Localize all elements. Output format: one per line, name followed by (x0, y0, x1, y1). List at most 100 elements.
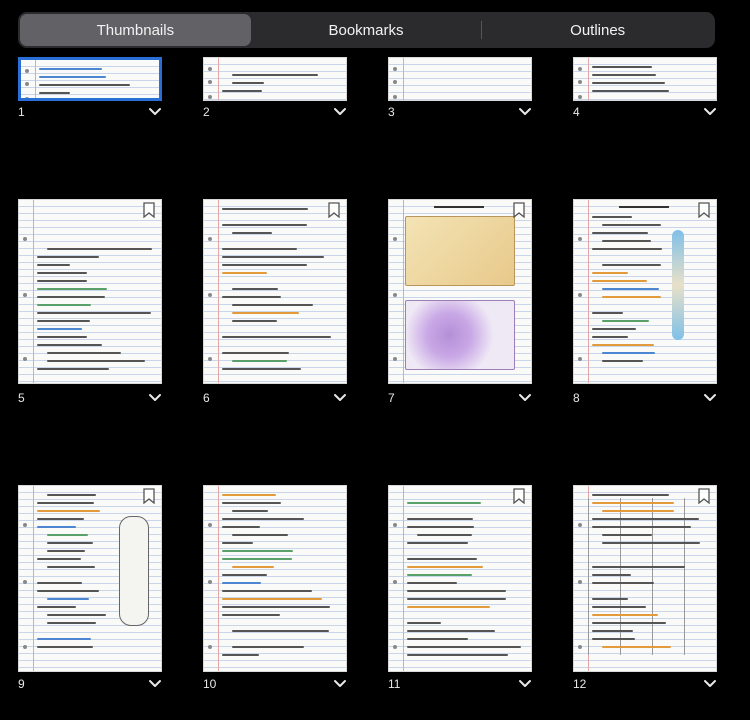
handwriting-scribble (592, 622, 666, 624)
chevron-down-icon[interactable] (703, 679, 717, 689)
handwriting-scribble (407, 598, 506, 600)
handwriting-scribble (222, 256, 324, 258)
handwriting-scribble (592, 630, 633, 632)
punch-hole (208, 357, 212, 361)
handwriting-scribble (592, 248, 662, 250)
chevron-down-icon[interactable] (148, 393, 162, 403)
chevron-down-icon[interactable] (333, 393, 347, 403)
handwriting-scribble (37, 606, 76, 608)
handwriting-scribble (47, 542, 93, 544)
punch-hole (393, 67, 397, 71)
punch-hole (393, 95, 397, 99)
bookmark-icon[interactable] (513, 488, 525, 504)
handwriting-scribble (37, 518, 84, 520)
page-number: 6 (203, 391, 210, 405)
punch-hole (393, 645, 397, 649)
chevron-down-icon[interactable] (518, 679, 532, 689)
bookmark-icon[interactable] (513, 202, 525, 218)
handwriting-scribble (47, 550, 85, 552)
table-column-rule (684, 498, 685, 655)
handwriting-scribble (592, 638, 635, 640)
page-number: 7 (388, 391, 395, 405)
handwriting-scribble (232, 232, 272, 234)
bookmark-icon[interactable] (698, 202, 710, 218)
bookmark-icon[interactable] (698, 488, 710, 504)
chevron-down-icon[interactable] (518, 107, 532, 117)
handwriting-scribble (407, 654, 508, 656)
ruled-lines (204, 200, 346, 383)
chevron-down-icon[interactable] (703, 393, 717, 403)
handwriting-scribble (222, 224, 307, 226)
handwriting-scribble (37, 312, 151, 314)
ruled-lines (574, 486, 716, 671)
handwriting-scribble (222, 518, 304, 520)
punch-hole (578, 580, 582, 584)
handwriting-scribble (37, 304, 91, 306)
handwriting-scribble (407, 622, 441, 624)
handwriting-scribble (407, 558, 477, 560)
punch-hole (578, 237, 582, 241)
page-preview[interactable] (388, 57, 532, 101)
handwriting-scribble (407, 630, 495, 632)
table-column-rule (652, 498, 653, 655)
chevron-down-icon[interactable] (703, 107, 717, 117)
chevron-down-icon[interactable] (333, 107, 347, 117)
handwriting-scribble (407, 638, 468, 640)
chevron-down-icon[interactable] (518, 393, 532, 403)
punch-hole (23, 645, 27, 649)
page-preview[interactable] (203, 57, 347, 101)
ruled-lines (204, 58, 346, 100)
handwriting-scribble (222, 368, 301, 370)
bookmark-icon[interactable] (143, 202, 155, 218)
ruled-lines (389, 58, 531, 100)
margin-line (35, 60, 36, 98)
punch-hole (208, 645, 212, 649)
handwriting-scribble (37, 296, 105, 298)
page-preview[interactable] (388, 199, 532, 384)
punch-hole (393, 237, 397, 241)
handwriting-scribble (222, 502, 281, 504)
handwriting-scribble (222, 526, 260, 528)
bookmark-icon[interactable] (328, 202, 340, 218)
handwriting-scribble (592, 74, 656, 76)
ruled-lines (389, 486, 531, 671)
page-preview[interactable] (573, 199, 717, 384)
handwriting-scribble (407, 518, 473, 520)
handwriting-scribble (592, 526, 691, 528)
punch-hole (25, 82, 29, 86)
page-preview[interactable] (18, 485, 162, 672)
page-preview[interactable] (203, 199, 347, 384)
punch-hole (208, 80, 212, 84)
handwriting-scribble (407, 582, 457, 584)
page-preview[interactable] (18, 57, 162, 101)
handwriting-scribble (37, 646, 93, 648)
handwriting-scribble (592, 614, 658, 616)
page-number: 5 (18, 391, 25, 405)
chevron-down-icon[interactable] (148, 107, 162, 117)
punch-hole (208, 67, 212, 71)
page-number: 9 (18, 677, 25, 691)
page-preview[interactable] (18, 199, 162, 384)
handwriting-scribble (47, 352, 121, 354)
punch-hole (208, 95, 212, 99)
page-number: 4 (573, 105, 580, 119)
bookmark-icon[interactable] (143, 488, 155, 504)
page-preview[interactable] (573, 57, 717, 101)
handwriting-scribble (47, 360, 145, 362)
margin-line (218, 200, 219, 383)
handwriting-scribble (37, 344, 102, 346)
handwriting-scribble (222, 574, 267, 576)
punch-hole (578, 357, 582, 361)
handwriting-scribble (37, 368, 109, 370)
page-preview[interactable] (203, 485, 347, 672)
handwriting-scribble (407, 566, 483, 568)
page-preview[interactable] (388, 485, 532, 672)
handwriting-scribble (592, 502, 674, 504)
chevron-down-icon[interactable] (333, 679, 347, 689)
punch-hole (393, 357, 397, 361)
handwriting-scribble (39, 76, 106, 78)
chevron-down-icon[interactable] (148, 679, 162, 689)
page-preview[interactable] (573, 485, 717, 672)
margin-line (403, 486, 404, 671)
punch-hole (578, 645, 582, 649)
